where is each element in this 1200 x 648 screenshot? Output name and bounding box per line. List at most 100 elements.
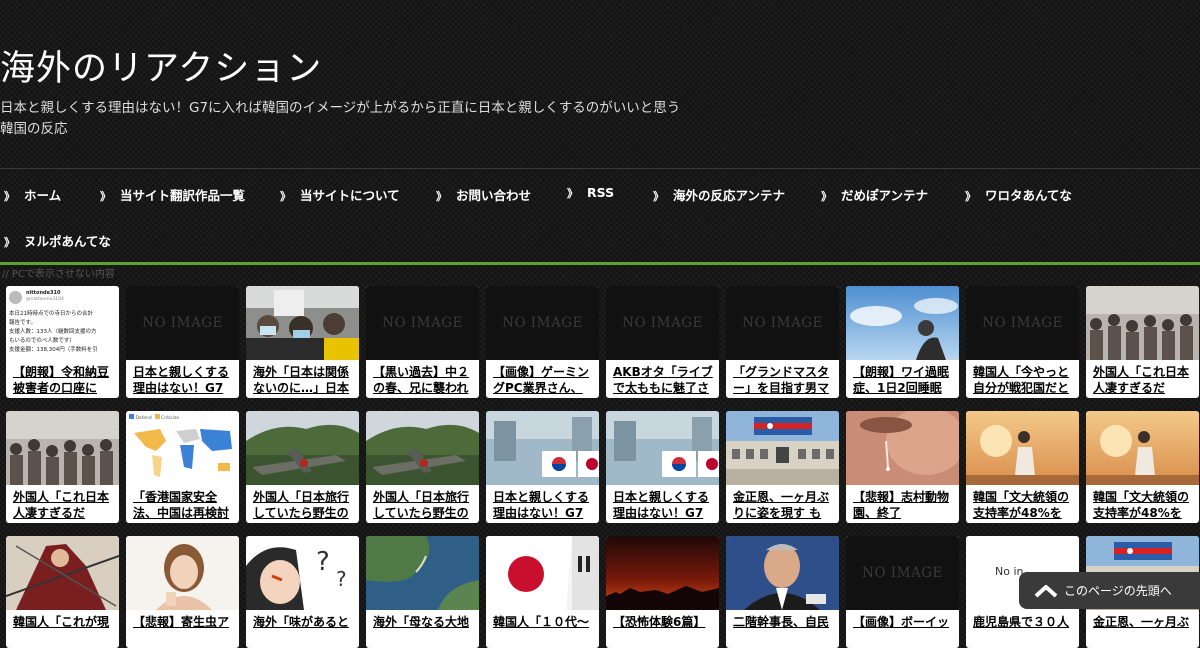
nav-item-rss[interactable]: 》 RSS <box>567 185 614 201</box>
tile-title[interactable]: AKBオタ「ライブで太ももに魅了さ <box>613 364 713 397</box>
no-image-label: NO IMAGE <box>502 315 583 331</box>
nav-marker-icon: 》 <box>436 190 447 203</box>
antenna-tile[interactable]: Defend Criticize 「香港国家安全法、中国は再検討 <box>126 411 239 523</box>
antenna-tile[interactable]: 【悲報】志村動物園、終了 <box>846 411 959 523</box>
tile-title[interactable]: 【画像】ゲーミングPC業界さん、 <box>493 364 593 397</box>
nav-item-kaigai-antenna[interactable]: 》海外の反応アンテナ <box>653 185 785 204</box>
nav-item-label: お問い合わせ <box>456 188 532 203</box>
tile-title[interactable]: 韓国人「今やっと自分が戦犯国だと <box>973 364 1073 397</box>
tile-title[interactable]: 韓国人「１０代～ <box>493 614 593 647</box>
tile-title[interactable]: 韓国「文大統領の支持率が48%を記 <box>1093 489 1193 522</box>
tile-title[interactable]: 【画像】ボーイッ <box>853 614 953 647</box>
tile-title[interactable]: 【朗報】令和納豆被害者の口座に <box>13 364 113 397</box>
antenna-tile[interactable]: 【悲報】寄生虫ア <box>126 536 239 648</box>
no-image-label: NO IMAGE <box>742 315 823 331</box>
nav-item-works-list[interactable]: 》当サイト翻訳作品一覧 <box>100 185 245 204</box>
tile-title[interactable]: 金正恩、一ヶ月ぶりに姿を現す も完 <box>733 489 833 522</box>
site-title[interactable]: 海外のリアクション <box>0 40 322 91</box>
nav-marker-icon: 》 <box>4 190 15 203</box>
no-image-placeholder: NO IMAGE <box>606 286 719 360</box>
samurai-art-thumb <box>6 536 119 610</box>
antenna-tile[interactable]: NO IMAGE 【画像】ボーイッ <box>846 536 959 648</box>
antenna-tile[interactable]: 二階幹事長、自民 <box>726 536 839 648</box>
tile-title[interactable]: 【朗報】ワイ過眠症、1日2回睡眠に <box>853 364 953 397</box>
tile-title[interactable]: 金正恩、一ヶ月ぶ <box>1093 614 1193 647</box>
avatar <box>9 291 22 304</box>
nav-marker-icon: 》 <box>821 190 832 203</box>
world-map-thumb: Defend Criticize <box>126 411 239 485</box>
tile-title[interactable]: 【恐怖体験6篇】 <box>613 614 713 647</box>
tile-title[interactable]: 日本と親しくする理由はない！G7 <box>133 364 233 397</box>
tile-title[interactable]: 【黒い過去】中２の春、兄に襲われ <box>373 364 473 397</box>
tear-closeup-thumb <box>846 411 959 485</box>
flag-photo-thumb <box>486 536 599 610</box>
tweet-screenshot-thumb: nittonde310 @nattoumo3104 本日21時時点での寺日からの… <box>6 286 119 360</box>
tile-title[interactable]: 海外「母なる大地 <box>373 614 473 647</box>
tile-title[interactable]: 日本と親しくする理由はない！G7 <box>493 489 593 522</box>
antenna-tile[interactable]: 韓国「文大統領の支持率が48%を記 <box>966 411 1079 523</box>
antenna-tile[interactable]: 外国人「これ日本人凄すぎるだ <box>6 411 119 523</box>
tile-title[interactable]: 「香港国家安全法、中国は再検討 <box>133 489 233 522</box>
antenna-tile[interactable]: 日本と親しくする理由はない！G7 <box>606 411 719 523</box>
nav-item-damepo-antenna[interactable]: 》だめぽアンテナ <box>821 185 928 204</box>
antenna-tile[interactable]: 金正恩、一ヶ月ぶりに姿を現す も完 <box>726 411 839 523</box>
dusk-skyline-thumb <box>606 536 719 610</box>
tile-title[interactable]: 鹿児島県で３０人 <box>973 614 1073 647</box>
antenna-tile[interactable]: 韓国人「これが現 <box>6 536 119 648</box>
antenna-tile[interactable]: 海外「日本は関係ないのに…」日本 <box>246 286 359 398</box>
antenna-tile[interactable]: NO IMAGE 日本と親しくする理由はない！G7 <box>126 286 239 398</box>
antenna-tile[interactable]: ?? 海外「味があると <box>246 536 359 648</box>
antenna-tile[interactable]: NO IMAGE 韓国人「今やっと自分が戦犯国だと <box>966 286 1079 398</box>
antenna-tile[interactable]: NO IMAGE 【黒い過去】中２の春、兄に襲われ <box>366 286 479 398</box>
tile-title[interactable]: 日本と親しくする理由はない！G7 <box>613 489 713 522</box>
antenna-tile[interactable]: NO IMAGE 【画像】ゲーミングPC業界さん、 <box>486 286 599 398</box>
tile-title[interactable]: 海外「味があると <box>253 614 353 647</box>
antenna-tile[interactable]: NO IMAGE AKBオタ「ライブで太ももに魅了さ <box>606 286 719 398</box>
antenna-tile[interactable]: 外国人「これ日本人凄すぎるだ <box>1086 286 1199 398</box>
nav-item-contact[interactable]: 》お問い合わせ <box>436 185 531 204</box>
tile-title[interactable]: 外国人「日本旅行していたら野生の <box>373 489 473 522</box>
nav-item-label: 当サイト翻訳作品一覧 <box>120 188 246 203</box>
nav-item-label: ホーム <box>24 188 62 203</box>
nav-item-nurupo-antenna[interactable]: 》ヌルポあんてな <box>4 231 111 250</box>
antenna-tile[interactable]: 外国人「日本旅行していたら野生の <box>366 411 479 523</box>
svg-text:?: ? <box>336 567 347 591</box>
antenna-tile[interactable]: NO IMAGE 「グランドマスター」を目指す男マ <box>726 286 839 398</box>
site-description: 日本と親しくする理由はない！G7に入れば韓国のイメージが上がるから正直に日本と親… <box>0 98 720 140</box>
tile-title[interactable]: 外国人「これ日本人凄すぎるだ <box>13 489 113 522</box>
tile-title[interactable]: 二階幹事長、自民 <box>733 614 833 647</box>
antenna-tile[interactable]: 【恐怖体験6篇】 <box>606 536 719 648</box>
tile-title[interactable]: 外国人「これ日本人凄すぎるだ <box>1093 364 1193 397</box>
site-header: 海外のリアクション 日本と親しくする理由はない！G7に入れば韓国のイメージが上が… <box>0 0 1200 167</box>
no-image-placeholder: NO IMAGE <box>726 286 839 360</box>
nav-item-label: ワロタあんてな <box>985 188 1072 203</box>
nav-item-warota-antenna[interactable]: 》ワロタあんてな <box>965 185 1072 204</box>
building-flag-thumb <box>726 411 839 485</box>
tile-title[interactable]: 【悲報】志村動物園、終了 <box>853 489 953 522</box>
antenna-tile[interactable]: 韓国人「１０代～ <box>486 536 599 648</box>
tile-title[interactable]: 海外「日本は関係ないのに…」日本 <box>253 364 353 397</box>
back-to-top-label: このページの先頭へ <box>1064 584 1172 598</box>
sunset-photo-thumb <box>966 411 1079 485</box>
nav-item-about[interactable]: 》当サイトについて <box>280 185 400 204</box>
antenna-tile[interactable]: 【朗報】ワイ過眠症、1日2回睡眠に <box>846 286 959 398</box>
flags-thumb <box>606 411 719 485</box>
tile-title[interactable]: 韓国人「これが現 <box>13 614 113 647</box>
tile-title[interactable]: 外国人「日本旅行していたら野生の <box>253 489 353 522</box>
back-to-top-button[interactable]: このページの先頭へ <box>1019 572 1200 609</box>
site-description-line1: 日本と親しくする理由はない！G7に入れば韓国のイメージが上がるから正直に日本と親… <box>0 100 681 116</box>
antenna-tile[interactable]: 日本と親しくする理由はない！G7 <box>486 411 599 523</box>
pc-hidden-comment: // PCで表示させない内容 <box>2 269 115 280</box>
no-image-placeholder: NO IMAGE <box>846 536 959 610</box>
antenna-tile[interactable]: 韓国「文大統領の支持率が48%を記 <box>1086 411 1199 523</box>
woman-photo-thumb <box>126 536 239 610</box>
tile-title[interactable]: 「グランドマスター」を目指す男マ <box>733 364 833 397</box>
tile-title[interactable]: 韓国「文大統領の支持率が48%を記 <box>973 489 1073 522</box>
antenna-tile[interactable]: 海外「母なる大地 <box>366 536 479 648</box>
nav-marker-icon: 》 <box>280 190 291 203</box>
no-image-placeholder: NO IMAGE <box>486 286 599 360</box>
antenna-tile[interactable]: nittonde310 @nattoumo3104 本日21時時点での寺日からの… <box>6 286 119 398</box>
tile-title[interactable]: 【悲報】寄生虫ア <box>133 614 233 647</box>
antenna-tile[interactable]: 外国人「日本旅行していたら野生の <box>246 411 359 523</box>
nav-item-home[interactable]: 》ホーム <box>4 185 61 204</box>
